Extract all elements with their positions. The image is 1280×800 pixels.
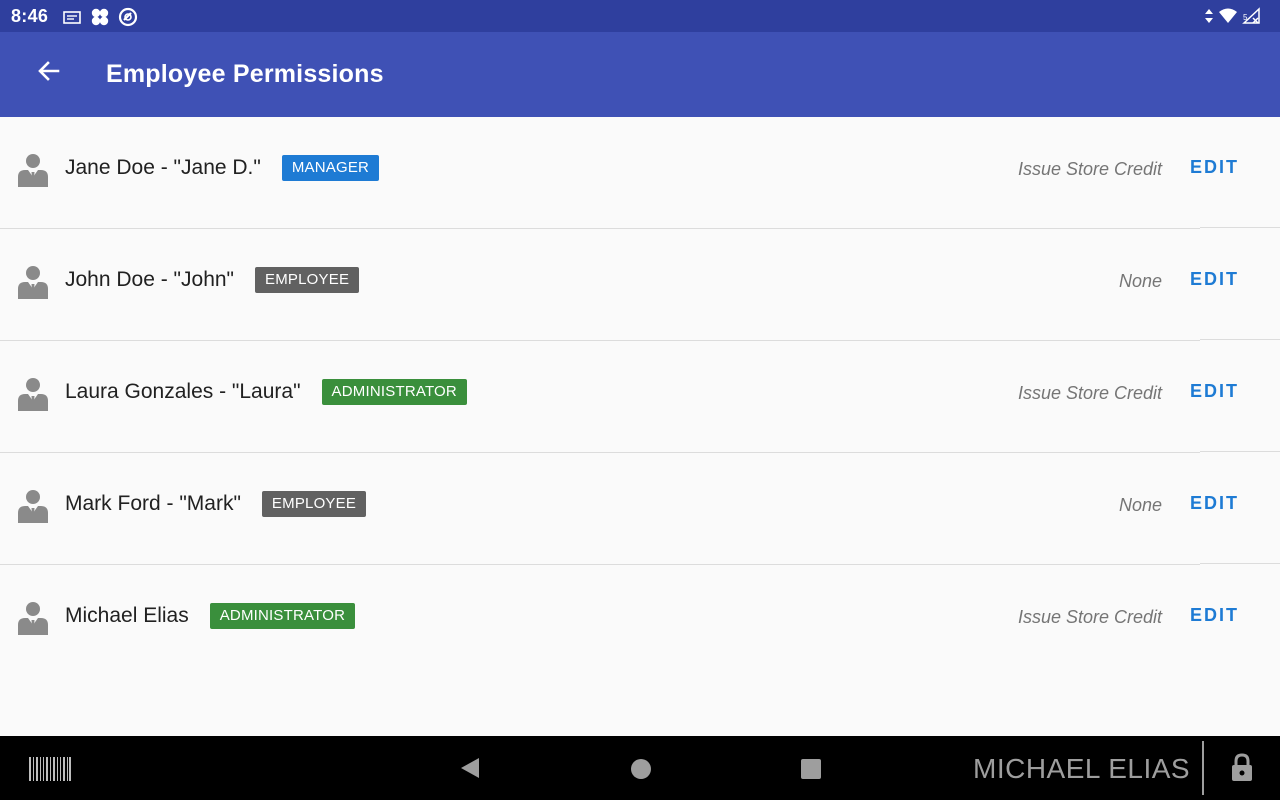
edit-button[interactable]: EDIT <box>1190 381 1239 402</box>
permission-summary: Issue Store Credit <box>1017 383 1162 403</box>
employee-row[interactable]: Jane Doe - "Jane D." MANAGER Issue Store… <box>0 117 1280 229</box>
status-bar: 8:46 5 <box>0 0 1280 32</box>
app-bar: Employee Permissions <box>0 32 1280 117</box>
role-badge: EMPLOYEE <box>255 267 360 293</box>
wifi-icon <box>1219 8 1237 23</box>
edit-button[interactable]: EDIT <box>1190 493 1239 514</box>
notification-card-icon <box>63 11 81 24</box>
person-icon <box>18 490 48 523</box>
system-nav-bar: MICHAEL ELIAS <box>0 736 1280 800</box>
row-divider <box>1200 563 1280 564</box>
employee-name: Mark Ford - "Mark" <box>65 492 241 515</box>
permission-summary: None <box>1118 271 1162 291</box>
page-title: Employee Permissions <box>106 60 384 88</box>
employee-list: Jane Doe - "Jane D." MANAGER Issue Store… <box>0 117 1280 677</box>
role-badge: MANAGER <box>281 155 380 181</box>
employee-name: John Doe - "John" <box>65 268 235 291</box>
permission-summary: Issue Store Credit <box>1017 159 1162 179</box>
person-icon <box>18 378 48 411</box>
employee-row[interactable]: Michael Elias ADMINISTRATOR Issue Store … <box>0 565 1280 677</box>
barcode-scanner-icon[interactable] <box>29 757 71 781</box>
person-icon <box>18 154 48 187</box>
sync-status-icon <box>118 7 138 27</box>
row-divider <box>1200 451 1280 452</box>
employee-name: Laura Gonzales - "Laura" <box>65 380 301 403</box>
nav-home-icon[interactable] <box>630 758 652 780</box>
employee-row[interactable]: Mark Ford - "Mark" EMPLOYEE None EDIT <box>0 453 1280 565</box>
person-icon <box>18 602 48 635</box>
back-button[interactable] <box>30 52 70 92</box>
edit-button[interactable]: EDIT <box>1190 605 1239 626</box>
role-badge: ADMINISTRATOR <box>321 379 467 405</box>
row-divider <box>1200 227 1280 228</box>
row-divider <box>1200 339 1280 340</box>
employee-row[interactable]: John Doe - "John" EMPLOYEE None EDIT <box>0 229 1280 341</box>
nav-back-icon[interactable] <box>458 756 482 780</box>
lock-icon[interactable] <box>1230 752 1254 782</box>
signal-badge: 5 <box>1243 13 1248 22</box>
employee-row[interactable]: Laura Gonzales - "Laura" ADMINISTRATOR I… <box>0 341 1280 453</box>
employee-name: Jane Doe - "Jane D." <box>65 156 261 179</box>
status-system-icons: 5 <box>1204 7 1262 25</box>
logged-in-user-name: MICHAEL ELIAS <box>973 753 1191 784</box>
person-icon <box>18 266 48 299</box>
status-time: 8:46 <box>11 6 49 26</box>
arrow-left-icon <box>38 61 60 81</box>
employee-name: Michael Elias <box>65 604 189 627</box>
nav-divider <box>1202 741 1204 795</box>
role-badge: EMPLOYEE <box>261 491 367 517</box>
edit-button[interactable]: EDIT <box>1190 157 1239 178</box>
edit-button[interactable]: EDIT <box>1190 269 1239 290</box>
permission-summary: None <box>1118 495 1162 515</box>
data-transfer-icon <box>1205 9 1213 23</box>
nav-recents-icon[interactable] <box>800 758 822 780</box>
cell-signal-icon: 5 <box>1242 7 1260 24</box>
status-notification-icons <box>62 7 138 27</box>
clover-app-icon <box>91 8 109 26</box>
role-badge: ADMINISTRATOR <box>209 603 356 629</box>
permission-summary: Issue Store Credit <box>1017 607 1162 627</box>
